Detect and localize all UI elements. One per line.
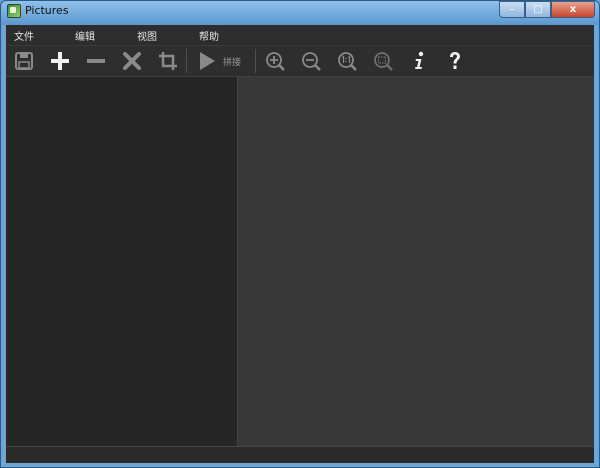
add-icon (51, 52, 69, 70)
close-button[interactable]: x (551, 1, 595, 18)
caption-buttons: – □ x (499, 1, 595, 19)
save-button[interactable] (9, 46, 39, 76)
toolbar-separator (186, 49, 187, 73)
remove-button[interactable] (81, 46, 111, 76)
help-icon (450, 52, 460, 69)
info-button[interactable] (404, 46, 434, 76)
add-button[interactable] (45, 46, 75, 76)
remove-icon (87, 59, 105, 63)
status-bar (6, 446, 594, 463)
info-icon (415, 51, 424, 69)
app-icon (7, 4, 21, 18)
zoom-in-button[interactable] (260, 46, 290, 76)
window-title: Pictures (25, 4, 69, 17)
play-icon (200, 52, 215, 70)
crop-button[interactable] (153, 46, 183, 76)
preview-panel[interactable] (238, 77, 594, 446)
crop-icon (159, 52, 177, 70)
maximize-button[interactable]: □ (525, 1, 551, 18)
zoom-out-icon (302, 52, 321, 71)
title-bar[interactable]: Pictures – □ x (1, 1, 599, 23)
toolbar: 拼接 (6, 45, 594, 77)
zoom-actual-icon (338, 52, 357, 71)
app-window: Pictures – □ x 文件 编辑 视图 帮助 拼接 (0, 0, 600, 468)
menu-file[interactable]: 文件 (14, 28, 34, 43)
help-button[interactable] (440, 46, 470, 76)
save-icon (15, 52, 33, 70)
menu-view[interactable]: 视图 (137, 28, 157, 43)
image-list-panel[interactable] (6, 77, 238, 446)
delete-icon (123, 52, 141, 70)
delete-button[interactable] (117, 46, 147, 76)
zoom-actual-button[interactable] (332, 46, 362, 76)
zoom-fit-icon (374, 52, 393, 71)
stitch-button[interactable] (192, 46, 222, 76)
menu-help[interactable]: 帮助 (199, 28, 219, 43)
zoom-in-icon (266, 52, 285, 71)
zoom-out-button[interactable] (296, 46, 326, 76)
stitch-label[interactable]: 拼接 (223, 55, 241, 68)
zoom-fit-button[interactable] (368, 46, 398, 76)
menu-edit[interactable]: 编辑 (75, 28, 95, 43)
menu-bar: 文件 编辑 视图 帮助 (6, 25, 594, 45)
toolbar-separator (255, 49, 256, 73)
client-area: 文件 编辑 视图 帮助 拼接 (6, 25, 594, 463)
minimize-button[interactable]: – (499, 1, 525, 18)
